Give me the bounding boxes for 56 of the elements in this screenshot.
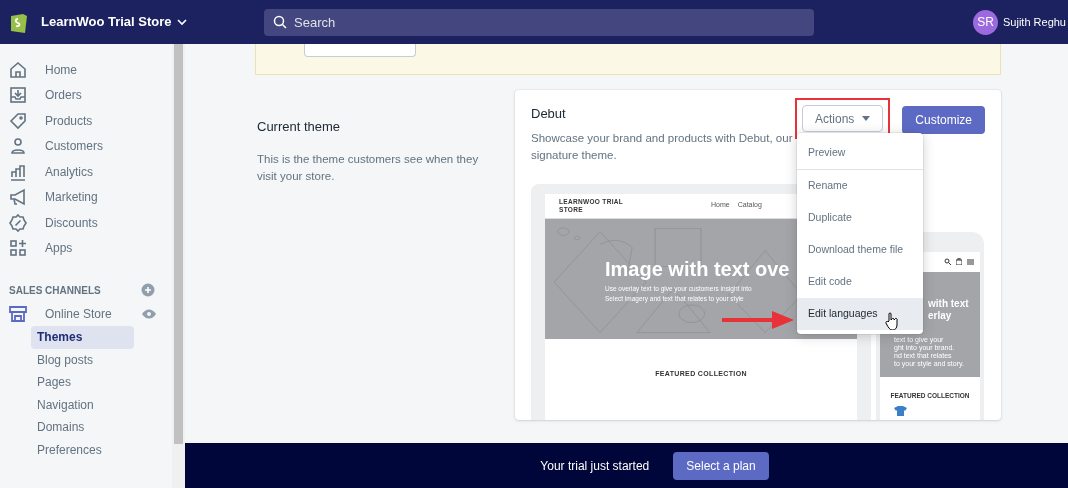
shirt-icon — [894, 406, 907, 417]
apps-icon — [8, 238, 28, 259]
nav-item[interactable]: Customers — [0, 133, 172, 159]
trial-message: Your trial just started — [540, 457, 650, 475]
subnav-item[interactable]: Blog posts — [31, 348, 134, 371]
select-plan-button[interactable]: Select a plan — [673, 451, 769, 480]
nav-item[interactable]: Home — [0, 57, 172, 83]
subnav-item[interactable]: Preferences — [31, 438, 134, 461]
cart-icon — [956, 258, 962, 265]
menu-item[interactable]: Edit languages — [797, 298, 923, 330]
user-avatar[interactable]: SR — [973, 9, 998, 35]
subnav-item[interactable]: Themes — [31, 326, 134, 349]
nav-item[interactable]: Marketing — [0, 184, 172, 210]
tag-icon — [8, 110, 28, 131]
subnav-item[interactable]: Navigation — [31, 393, 134, 416]
nav-item[interactable]: Products — [0, 108, 172, 134]
subnav-item[interactable]: Pages — [31, 371, 134, 394]
menu-icon — [967, 258, 974, 265]
scrollbar[interactable] — [172, 44, 185, 488]
section-title: Current theme — [257, 118, 342, 136]
theme-name: Debut — [531, 105, 567, 123]
storefront-icon — [8, 304, 28, 323]
hero-headline: erlay — [928, 309, 953, 322]
discount-icon — [8, 212, 28, 233]
caret-icon — [862, 116, 871, 121]
menu-item[interactable]: Edit code — [797, 266, 923, 298]
section-heading: SALES CHANNELS — [9, 283, 101, 298]
search-icon — [944, 258, 951, 265]
section-description: This is the theme customers see when they visit your store. — [257, 151, 480, 184]
orders-icon — [8, 85, 28, 106]
search-field[interactable]: Search — [264, 8, 814, 36]
hand-cursor-icon — [885, 312, 899, 330]
customize-button[interactable]: Customize — [902, 105, 985, 134]
theme-description: Showcase your brand and products with Debut, our signature theme. — [531, 130, 794, 163]
menu-item[interactable]: Preview — [797, 137, 923, 169]
store-switcher[interactable]: LearnWoo Trial Store — [41, 12, 188, 32]
menu-item[interactable]: Download theme file — [797, 234, 923, 266]
eye-icon[interactable] — [141, 307, 157, 320]
menu-item[interactable]: Duplicate — [797, 202, 923, 234]
actions-button[interactable]: Actions — [801, 105, 884, 132]
menu-item[interactable]: Rename — [797, 170, 923, 202]
nav-item[interactable]: Apps — [0, 235, 172, 261]
add-icon[interactable] — [141, 283, 155, 297]
user-name[interactable]: Sujith Reghu — [1003, 13, 1066, 31]
nav-item[interactable]: Orders — [0, 82, 172, 108]
person-icon — [8, 136, 28, 157]
hero-headline: with text — [928, 297, 970, 310]
nav-item[interactable]: Analytics — [0, 159, 172, 185]
megaphone-icon — [8, 187, 28, 208]
hero-headline: Image with text ove — [604, 256, 790, 282]
home-icon — [8, 59, 28, 80]
chevron-down-icon — [175, 16, 188, 28]
search-icon — [273, 15, 287, 29]
nav-item[interactable]: Online Store — [45, 304, 112, 323]
subnav-item[interactable]: Domains — [31, 416, 134, 439]
nav-item[interactable]: Discounts — [0, 210, 172, 236]
